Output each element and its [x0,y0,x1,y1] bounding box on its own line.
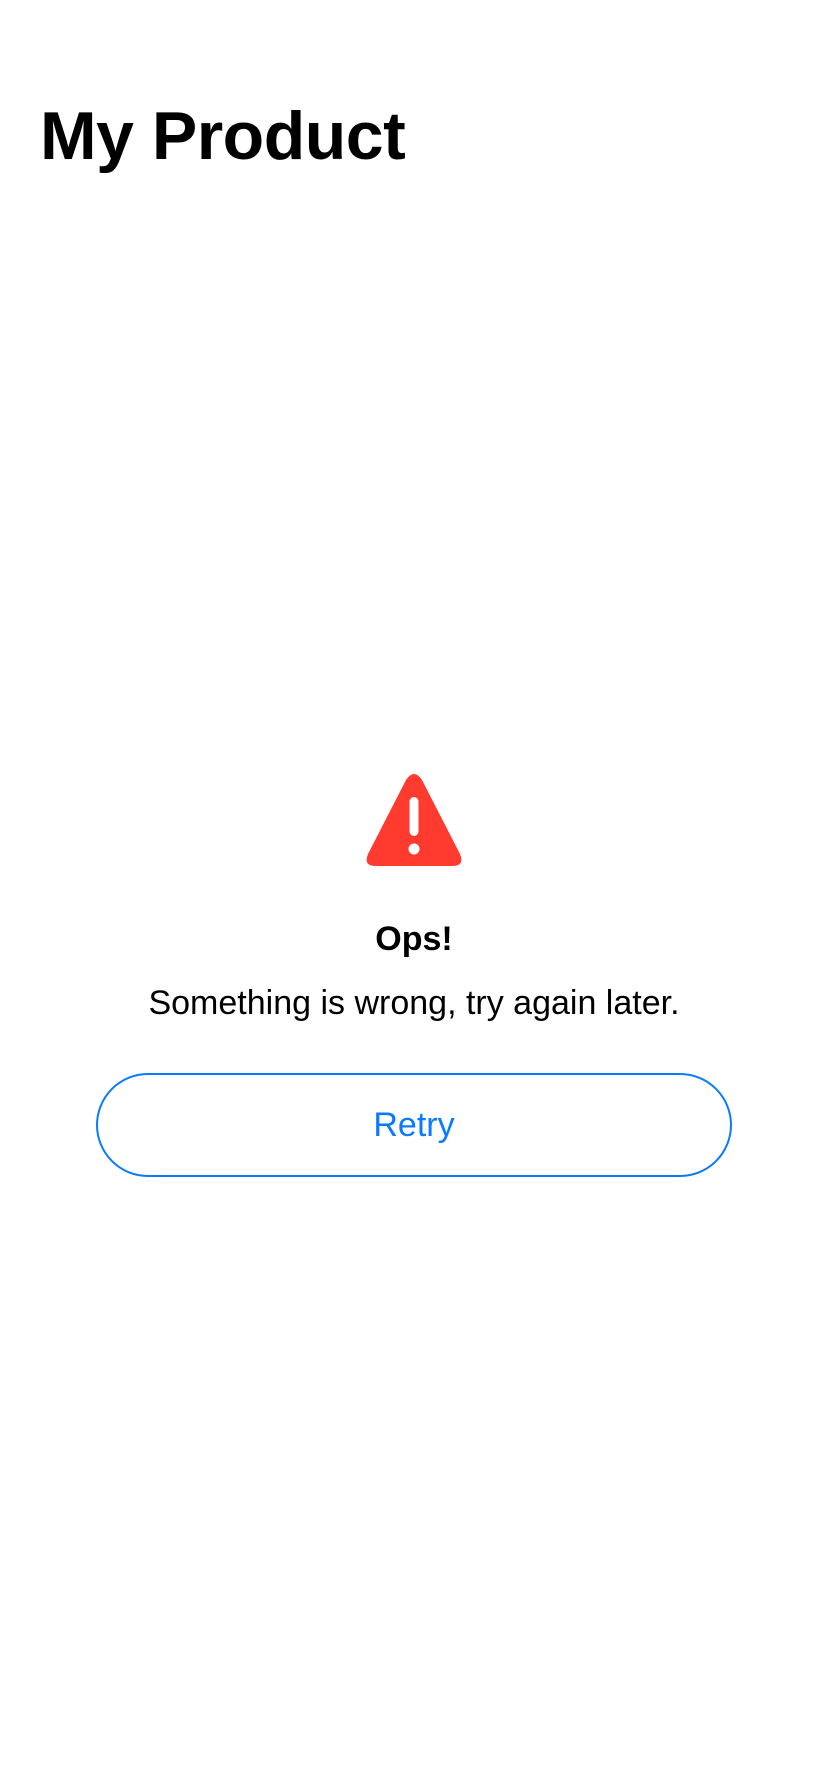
retry-button[interactable]: Retry [96,1073,732,1177]
warning-triangle-icon [366,774,462,866]
error-title: Ops! [375,920,453,958]
error-message: Something is wrong, try again later. [148,984,680,1022]
page-title: My Product [40,98,406,174]
